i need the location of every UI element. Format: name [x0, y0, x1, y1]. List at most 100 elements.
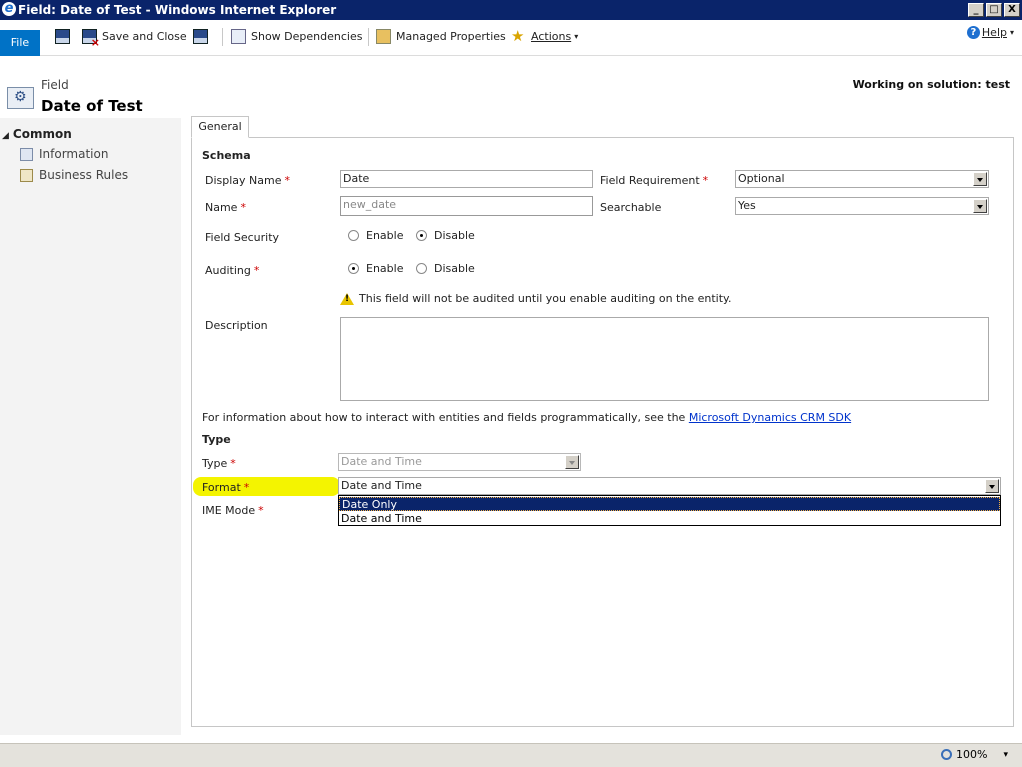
window-title-bar: e Field: Date of Test - Windows Internet…: [0, 0, 1022, 20]
managed-properties-button[interactable]: Managed Properties: [376, 26, 506, 46]
type-value: Date and Time: [341, 455, 422, 468]
show-dependencies-label: Show Dependencies: [251, 29, 363, 43]
toolbar-separator: [368, 28, 369, 46]
save-and-close-label: Save and Close: [102, 29, 187, 43]
required-marker: *: [702, 174, 709, 187]
sdk-link[interactable]: Microsoft Dynamics CRM SDK: [689, 411, 851, 424]
field-requirement-value: Optional: [738, 172, 785, 185]
dropdown-arrow-icon[interactable]: [985, 479, 999, 493]
save-as-icon: [193, 28, 208, 44]
save-icon: [55, 28, 70, 44]
schema-section-heading: Schema: [202, 149, 251, 162]
audit-warning-text: This field will not be audited until you…: [359, 292, 732, 305]
nav-group-label: Common: [12, 127, 72, 141]
required-marker: *: [240, 201, 246, 214]
field-requirement-select[interactable]: Optional: [735, 170, 989, 188]
type-select: Date and Time: [338, 453, 581, 471]
field-security-enable-radio[interactable]: Enable: [348, 229, 403, 242]
warning-icon: [340, 292, 354, 305]
searchable-label: Searchable: [600, 201, 662, 214]
solution-indicator: Working on solution: test: [852, 78, 1010, 91]
left-navigation: ◢ Common Information Business Rules: [0, 118, 181, 735]
required-marker: *: [243, 481, 250, 494]
ribbon-toolbar: File Save and Close Show Dependencies Ma…: [0, 20, 1022, 56]
internet-explorer-icon: e: [2, 2, 16, 16]
name-field: new_date: [340, 196, 593, 216]
radio-selected-icon: [416, 230, 427, 241]
description-textarea[interactable]: [340, 317, 989, 401]
document-icon: [20, 147, 33, 161]
save-close-icon: [82, 28, 100, 49]
window-title: Field: Date of Test - Windows Internet E…: [18, 3, 337, 17]
ime-mode-label: IME Mode *: [202, 504, 264, 517]
type-section-heading: Type: [202, 433, 231, 446]
format-option-date-only[interactable]: Date Only: [339, 497, 1000, 511]
auditing-disable-radio[interactable]: Disable: [416, 262, 475, 275]
format-option-date-and-time[interactable]: Date and Time: [339, 512, 1000, 526]
actions-star-icon: ★: [511, 26, 525, 45]
save-button[interactable]: [55, 26, 75, 46]
field-entity-icon: [7, 87, 34, 109]
actions-label: Actions: [531, 29, 572, 43]
dropdown-arrow-icon[interactable]: [973, 172, 987, 186]
field-requirement-label: Field Requirement *: [600, 174, 709, 187]
field-security-label: Field Security: [205, 231, 280, 244]
nav-group-common[interactable]: ◢ Common: [2, 127, 72, 141]
radio-selected-icon: [348, 263, 359, 274]
auditing-enable-radio[interactable]: Enable: [348, 262, 403, 275]
status-bar: 100% ▾: [0, 743, 1022, 767]
display-name-label: Display Name *: [205, 174, 290, 187]
help-icon: ?: [966, 26, 980, 39]
close-window-button[interactable]: X: [1004, 3, 1020, 17]
required-marker: *: [253, 264, 260, 277]
audit-warning: This field will not be audited until you…: [340, 292, 731, 305]
name-label: Name *: [205, 201, 246, 214]
form-panel: [191, 137, 1014, 727]
help-menu-button[interactable]: ? Help ▾: [966, 26, 1014, 39]
field-security-disable-radio[interactable]: Disable: [416, 229, 475, 242]
help-label: Help: [981, 26, 1007, 39]
managed-properties-icon: [376, 28, 391, 44]
searchable-select[interactable]: Yes: [735, 197, 989, 215]
page-title: Date of Test: [41, 97, 143, 115]
save-as-button[interactable]: [193, 26, 213, 46]
zoom-level: 100%: [956, 748, 988, 761]
format-label: Format *: [202, 481, 250, 494]
radio-unselected-icon: [416, 263, 427, 274]
type-label: Type *: [202, 457, 236, 470]
nav-item-label: Business Rules: [39, 168, 129, 182]
record-type-label: Field: [41, 78, 69, 92]
auditing-label: Auditing *: [205, 264, 260, 277]
required-marker: *: [284, 174, 291, 187]
actions-menu-button[interactable]: ★ Actions ▾: [511, 26, 578, 46]
description-label: Description: [205, 319, 268, 332]
nav-item-business-rules[interactable]: Business Rules: [20, 168, 128, 182]
tab-general[interactable]: General: [191, 116, 249, 138]
dropdown-arrow-icon: [565, 455, 579, 469]
nav-item-information[interactable]: Information: [20, 147, 108, 161]
nav-item-label: Information: [39, 147, 109, 161]
searchable-value: Yes: [738, 199, 756, 212]
save-and-close-button[interactable]: Save and Close: [82, 26, 187, 49]
file-tab[interactable]: File: [0, 30, 40, 56]
sdk-info-text: For information about how to interact wi…: [202, 411, 852, 424]
maximize-button[interactable]: □: [986, 3, 1002, 17]
display-name-field[interactable]: Date: [340, 170, 593, 188]
dropdown-arrow-icon[interactable]: [973, 199, 987, 213]
zoom-control[interactable]: 100% ▾: [941, 748, 1008, 761]
chevron-down-icon: ▾: [1009, 28, 1014, 37]
chevron-down-icon: ▾: [1003, 749, 1008, 760]
zoom-magnifier-icon: [941, 749, 953, 760]
radio-unselected-icon: [348, 230, 359, 241]
format-value: Date and Time: [341, 479, 422, 492]
dependencies-icon: [231, 28, 246, 44]
required-marker: *: [258, 504, 264, 517]
collapse-triangle-icon: ◢: [2, 131, 9, 141]
format-select[interactable]: Date and Time: [338, 477, 1001, 495]
chevron-down-icon: ▾: [574, 31, 579, 41]
format-dropdown-list: Date Only Date and Time: [338, 495, 1001, 526]
minimize-button[interactable]: _: [968, 3, 984, 17]
managed-properties-label: Managed Properties: [396, 29, 506, 43]
required-marker: *: [230, 457, 236, 470]
show-dependencies-button[interactable]: Show Dependencies: [231, 26, 362, 46]
